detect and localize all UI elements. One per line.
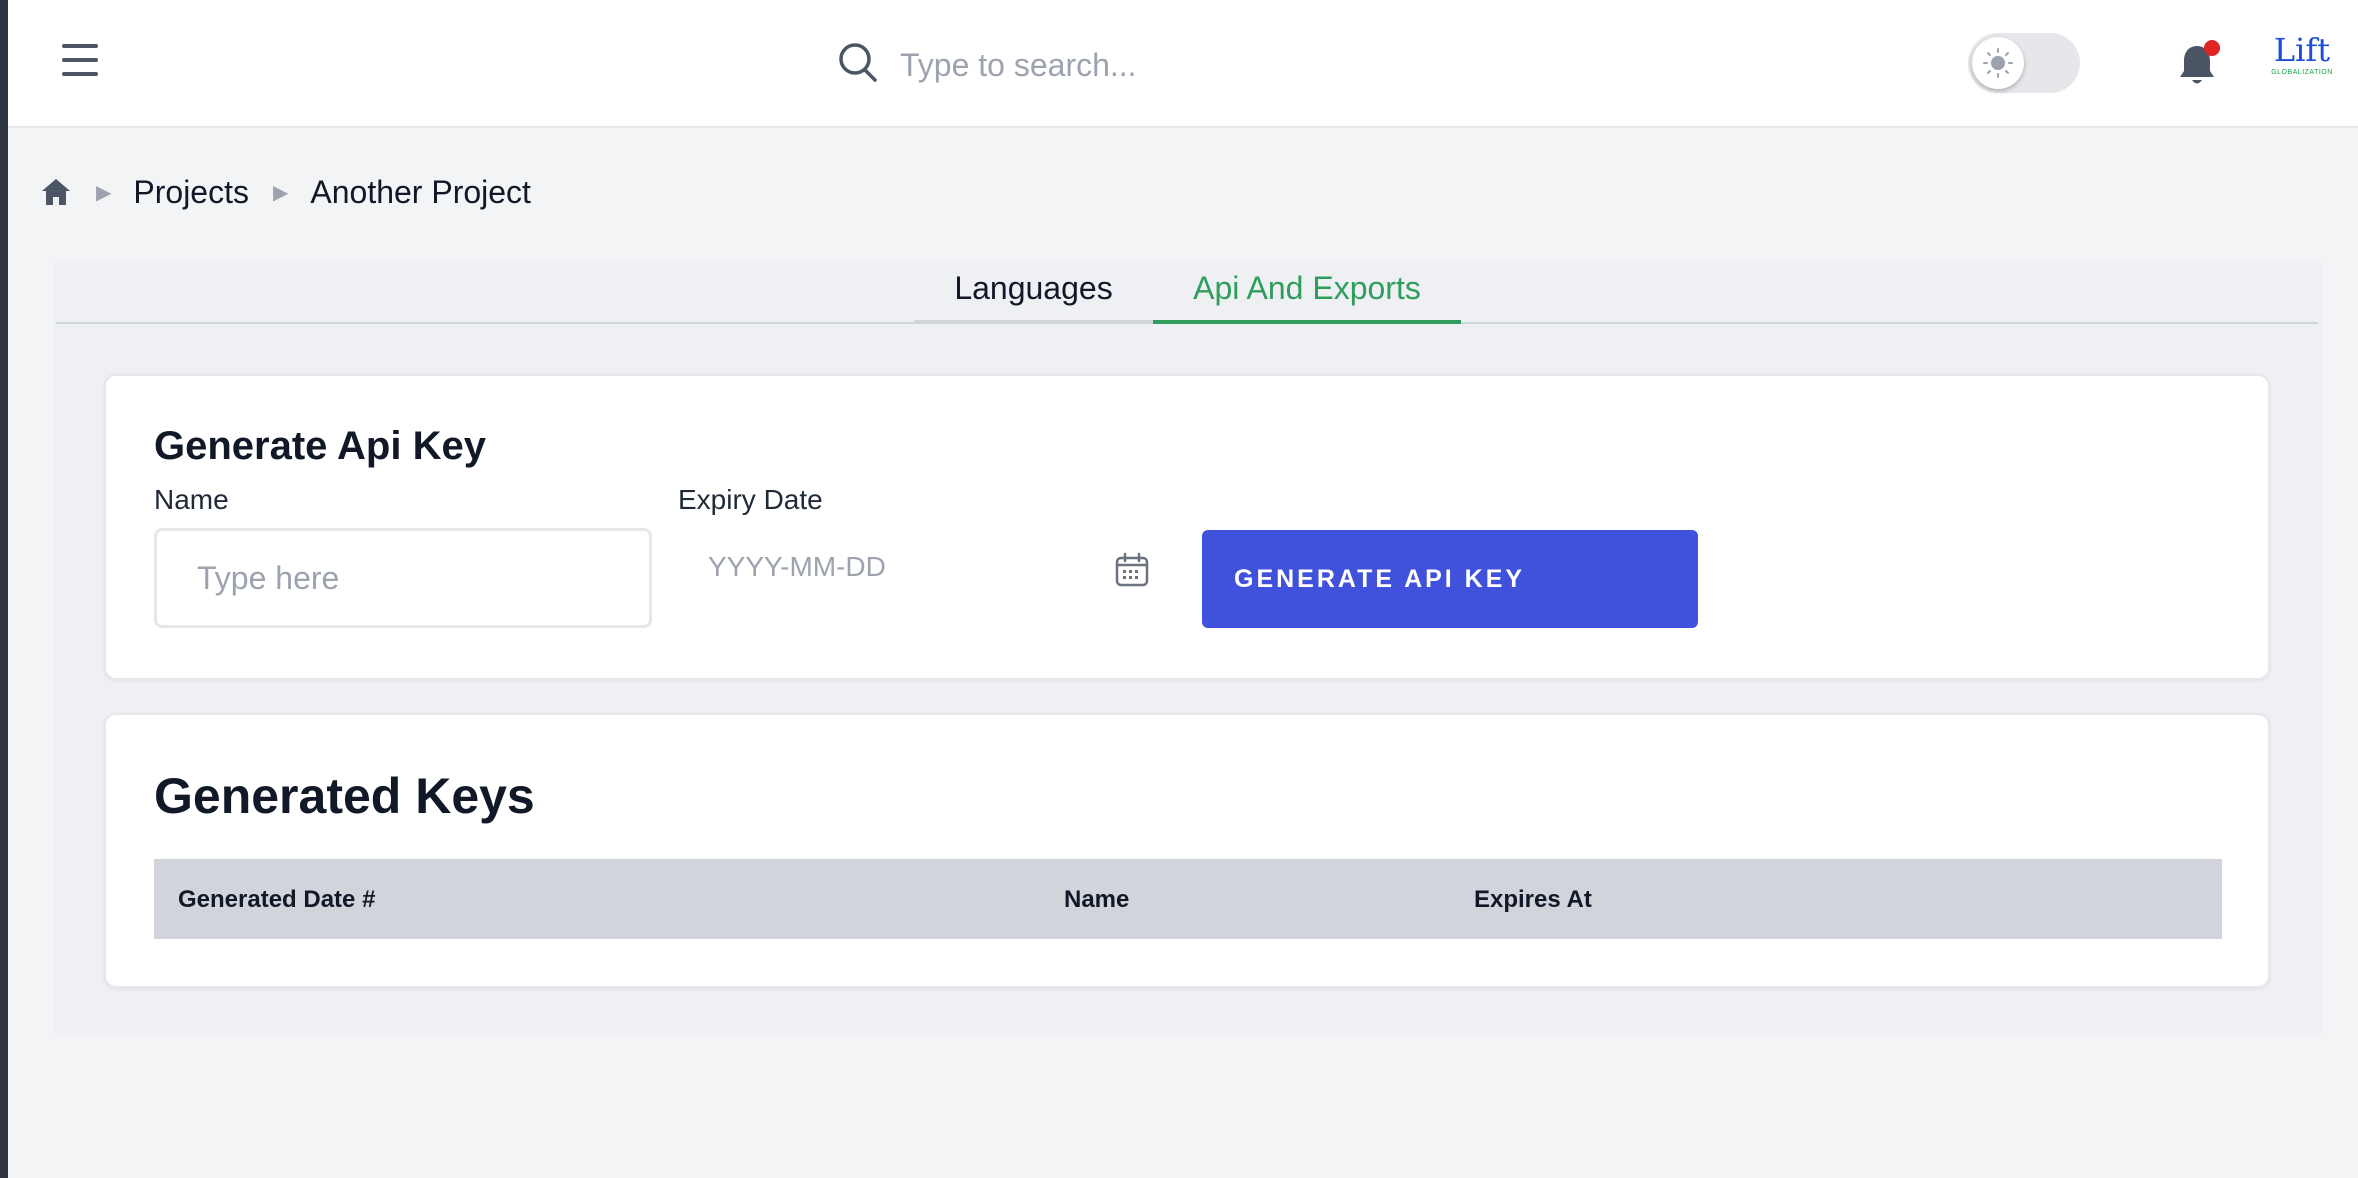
breadcrumb-separator-icon: ▶ [96,181,112,204]
breadcrumb-projects[interactable]: Projects [133,174,249,211]
generated-keys-card: Generated Keys Generated Date # Name Exp… [104,713,2270,988]
breadcrumb-current-project[interactable]: Another Project [310,174,531,211]
top-bar: Lift GLOBALIZATION [8,0,2358,128]
tab-api-and-exports[interactable]: Api And Exports [1153,262,1461,324]
logo-title: Lift [2273,31,2331,69]
keys-table-header: Generated Date # Name Expires At [154,859,2222,939]
home-icon[interactable] [40,176,72,208]
name-input[interactable] [154,528,652,628]
calendar-icon[interactable] [1114,552,1150,588]
menu-icon[interactable] [62,44,98,78]
breadcrumb-separator-icon: ▶ [272,181,289,204]
generate-api-key-title: Generate Api Key [154,424,486,468]
expiry-date-input[interactable] [678,524,1078,610]
notification-dot [2204,40,2220,56]
column-generated-date[interactable]: Generated Date # [178,886,375,914]
logo[interactable]: Lift GLOBALIZATION [2266,32,2338,78]
theme-toggle[interactable] [1968,33,2080,93]
generated-keys-title: Generated Keys [154,768,535,824]
sun-icon [1983,48,2013,78]
column-name[interactable]: Name [1064,886,1129,914]
expiry-date-label: Expiry Date [678,484,823,515]
generate-api-key-button[interactable]: GENERATE API KEY [1202,530,1698,628]
breadcrumb: ▶ Projects ▶ Another Project [40,170,531,214]
window-left-edge [0,0,8,1178]
logo-subtitle: GLOBALIZATION [2271,69,2333,76]
toggle-knob [1972,37,2024,89]
name-label: Name [154,484,229,515]
generate-api-key-card: Generate Api Key Name Expiry Date GENERA… [104,374,2270,680]
column-expires-at[interactable]: Expires At [1474,886,1592,914]
tab-languages[interactable]: Languages [914,262,1153,324]
search-icon[interactable] [838,42,878,84]
search-input[interactable] [898,36,1502,94]
